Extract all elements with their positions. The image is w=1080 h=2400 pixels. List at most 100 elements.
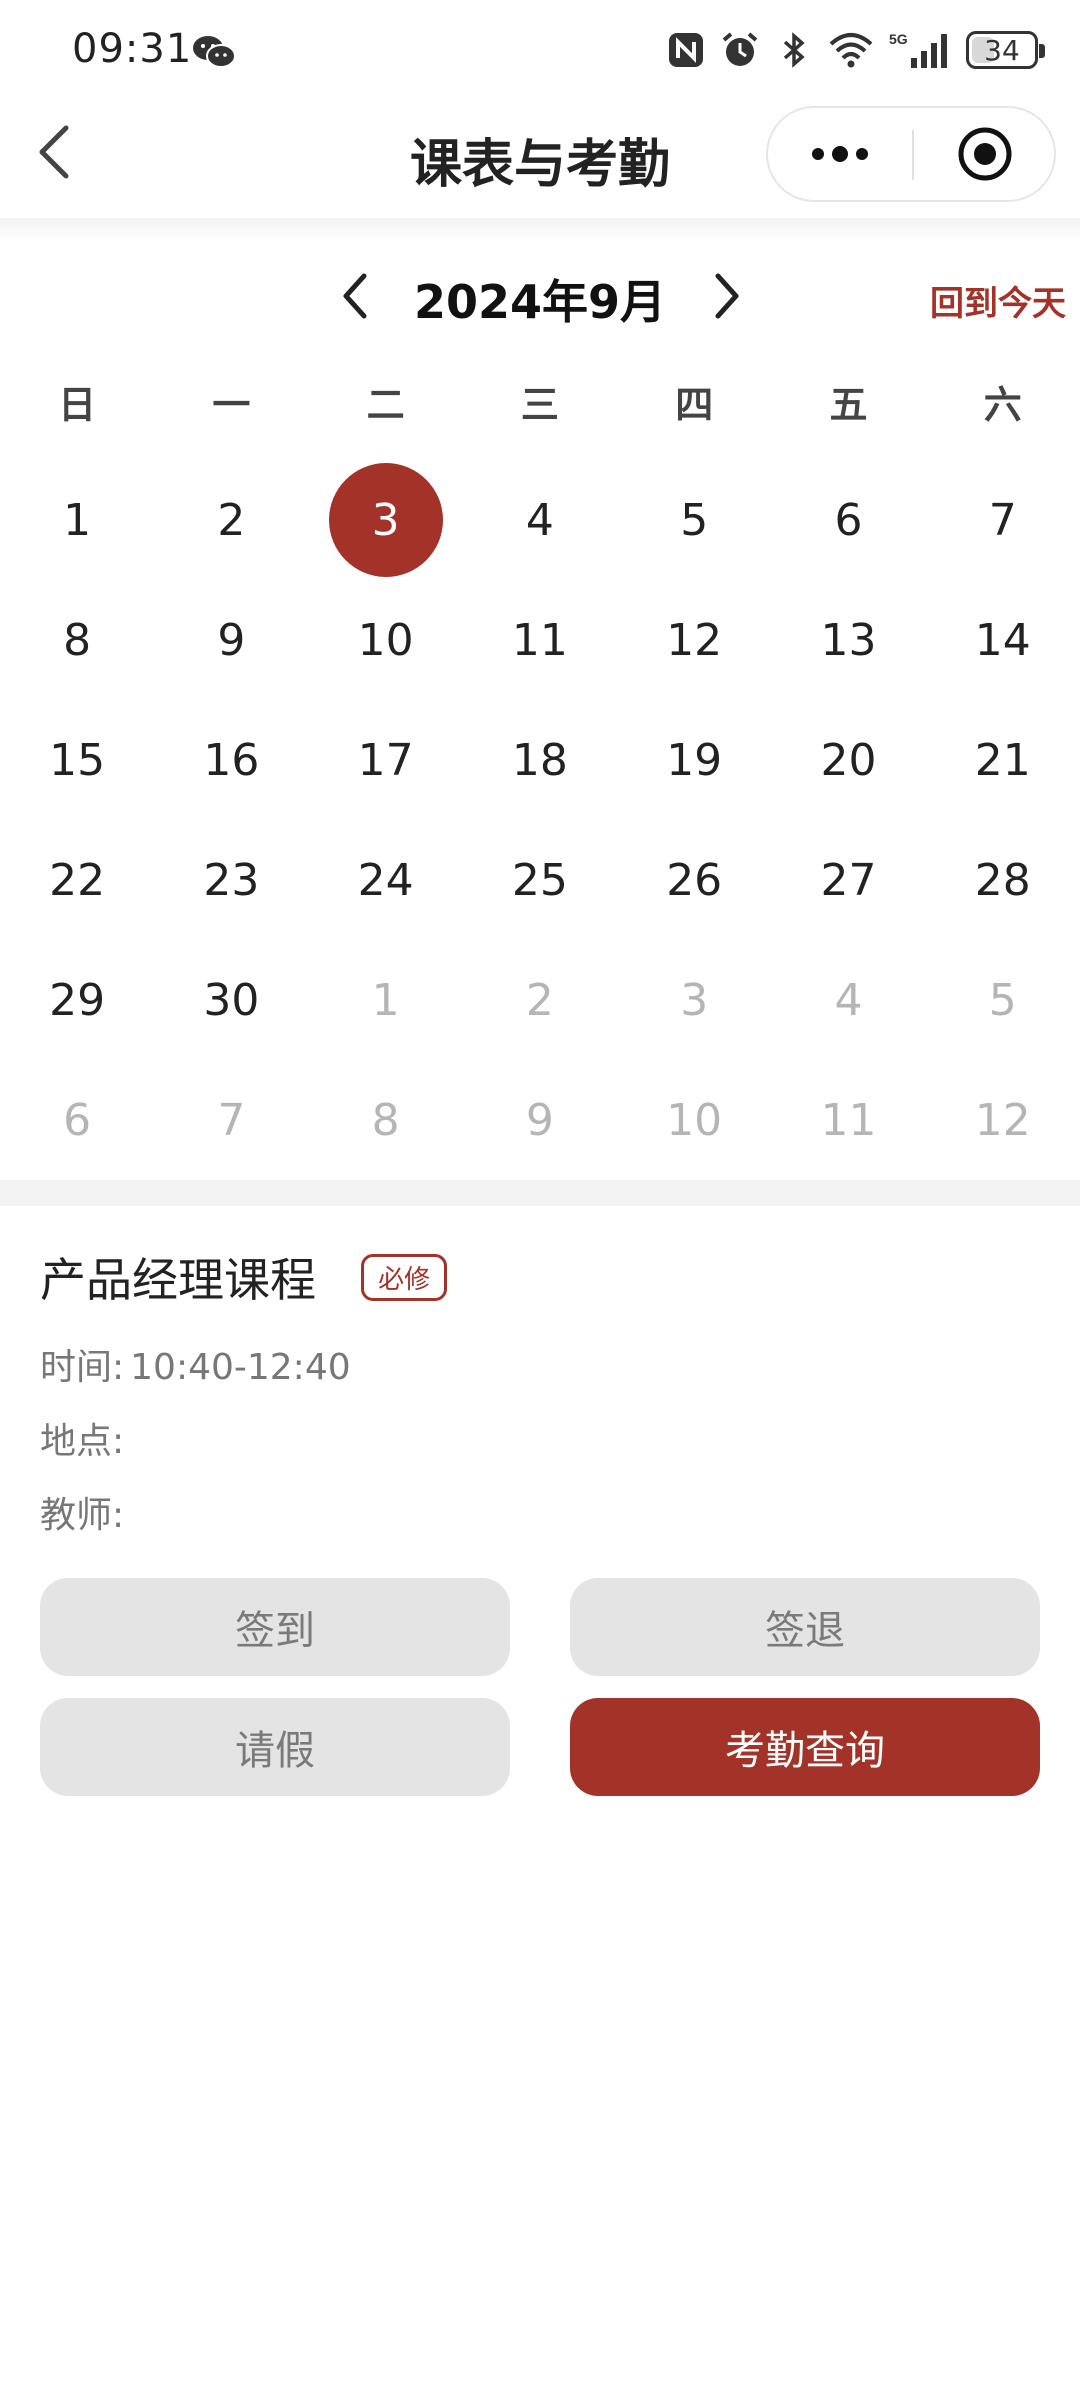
weekday-label: 三 [520,383,559,427]
calendar-day-number: 3 [371,494,400,546]
calendar-day[interactable]: 9 [463,1060,617,1180]
course-title: 产品经理课程 [40,1253,316,1307]
course-teacher-label: 教师: [40,1495,125,1536]
calendar-day[interactable]: 25 [463,820,617,940]
calendar-day[interactable]: 8 [0,580,154,700]
calendar-day[interactable]: 12 [617,580,771,700]
calendar-day[interactable]: 7 [926,460,1080,580]
calendar-day-number: 15 [49,734,106,786]
calendar-day[interactable]: 29 [0,940,154,1060]
wifi-icon [829,33,873,68]
battery-level: 34 [984,33,1020,67]
calendar-day[interactable]: 14 [926,580,1080,700]
calendar-day-number: 16 [203,734,260,786]
section-divider [0,1180,1080,1206]
calendar-day[interactable]: 30 [154,940,308,1060]
calendar-day[interactable]: 15 [0,700,154,820]
calendar-day[interactable]: 5 [926,940,1080,1060]
course-time-row: 时间: 10:40-12:40 [40,1338,1040,1390]
course-time-value: 10:40-12:40 [130,1347,351,1388]
calendar-day[interactable]: 11 [771,1060,925,1180]
calendar-day[interactable]: 13 [771,580,925,700]
calendar-day[interactable]: 16 [154,700,308,820]
calendar-day[interactable]: 4 [771,940,925,1060]
calendar-day-number: 30 [203,974,260,1026]
next-month-icon[interactable] [706,270,746,322]
calendar-day-number: 6 [834,494,863,546]
weekday-label: 五 [829,383,868,427]
weekday-label: 六 [983,383,1022,427]
calendar-day[interactable]: 20 [771,700,925,820]
nav-shadow [0,218,1080,242]
calendar-day[interactable]: 2 [463,940,617,1060]
calendar-day-number: 12 [666,614,723,666]
calendar-day[interactable]: 8 [309,1060,463,1180]
weekday-header: 日 一 二 三 四 五 六 [0,370,1080,440]
calendar-day[interactable]: 3 [617,940,771,1060]
calendar-day[interactable]: 11 [463,580,617,700]
status-bar: 09:31 5G 34 [0,0,1080,100]
close-button[interactable] [914,108,1056,200]
prev-month-icon[interactable] [336,270,376,322]
calendar-day[interactable]: 9 [154,580,308,700]
calendar-day-number: 17 [357,734,414,786]
5g-signal-icon: 5G [889,31,947,68]
calendar-day[interactable]: 12 [926,1060,1080,1180]
back-to-today-link[interactable]: 回到今天 [930,276,1066,325]
calendar-day[interactable]: 26 [617,820,771,940]
calendar-day-number: 18 [511,734,568,786]
calendar-day-number: 29 [49,974,106,1026]
calendar-grid: 1 2 3 4 5 6 7 8 9 10 11 12 13 14 15 16 17 18 19 20 21 22 23 24 2… [0,460,1080,1180]
calendar-day-number: 8 [371,1094,400,1146]
calendar-day-number: 23 [203,854,260,906]
required-tag: 必修 [361,1253,448,1301]
alarm-icon [722,32,758,66]
calendar-day-number: 11 [511,614,568,666]
calendar-day[interactable]: 27 [771,820,925,940]
calendar-day[interactable]: 7 [154,1060,308,1180]
calendar-day-number: 28 [974,854,1031,906]
calendar-day[interactable]: 18 [463,700,617,820]
calendar-day[interactable]: 6 [0,1060,154,1180]
calendar-day-number: 13 [820,614,877,666]
calendar-day-number: 7 [217,1094,246,1146]
calendar-day-number: 10 [357,614,414,666]
calendar-day[interactable]: 1 [0,460,154,580]
more-dots-icon [812,146,868,162]
calendar-day[interactable]: 10 [309,580,463,700]
calendar-day[interactable]: 19 [617,700,771,820]
course-teacher-row: 教师: [40,1486,1040,1538]
weekday-label: 一 [212,383,251,427]
calendar-day-selected[interactable]: 3 [309,460,463,580]
calendar-day[interactable]: 5 [617,460,771,580]
calendar-day-number: 6 [63,1094,92,1146]
more-button[interactable] [768,108,912,200]
battery-indicator: 34 [966,31,1045,69]
status-time: 09:31 [72,26,193,72]
calendar-day-number: 22 [49,854,106,906]
calendar-day-number: 9 [217,614,246,666]
nav-bar: 课表与考勤 [0,100,1080,218]
calendar-day[interactable]: 21 [926,700,1080,820]
calendar-day[interactable]: 22 [0,820,154,940]
calendar-day[interactable]: 24 [309,820,463,940]
calendar-day[interactable]: 10 [617,1060,771,1180]
close-target-icon [958,127,1012,181]
bluetooth-icon [783,32,805,68]
calendar-day-number: 26 [666,854,723,906]
calendar-day[interactable]: 1 [309,940,463,1060]
calendar-day[interactable]: 4 [463,460,617,580]
sign-in-button[interactable]: 签到 [40,1578,510,1676]
leave-request-button[interactable]: 请假 [40,1698,510,1796]
calendar-day[interactable]: 17 [309,700,463,820]
calendar-day[interactable]: 2 [154,460,308,580]
calendar-day[interactable]: 6 [771,460,925,580]
calendar-day-number: 2 [217,494,246,546]
calendar-day-number: 4 [525,494,554,546]
wechat-icon [193,36,236,68]
sign-out-button[interactable]: 签退 [570,1578,1040,1676]
attendance-query-button[interactable]: 考勤查询 [570,1698,1040,1796]
calendar-day-number: 2 [525,974,554,1026]
calendar-day[interactable]: 28 [926,820,1080,940]
calendar-day[interactable]: 23 [154,820,308,940]
